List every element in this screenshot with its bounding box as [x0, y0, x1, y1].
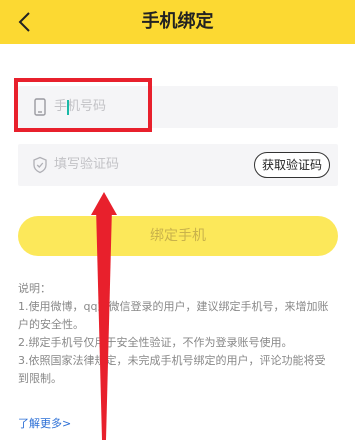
top-bar: 手机绑定	[0, 0, 355, 44]
code-input[interactable]	[54, 144, 254, 186]
page-title: 手机绑定	[141, 11, 214, 32]
shield-icon	[33, 156, 47, 174]
highlight-box	[14, 78, 152, 132]
code-field[interactable]: 获取验证码	[18, 144, 338, 186]
learn-more-link[interactable]: 了解更多>	[18, 415, 71, 431]
bind-phone-button[interactable]: 绑定手机	[18, 216, 338, 256]
notes-item: 1.使用微博，qq或微信登录的用户，建议绑定手机号，来增加账户的安全性。	[18, 300, 329, 331]
notes: 说明： 1.使用微博，qq或微信登录的用户，建议绑定手机号，来增加账户的安全性。…	[18, 280, 336, 388]
notes-item: 2.绑定手机号仅用于安全性验证，不作为登录账号使用。	[18, 336, 293, 349]
notes-item: 3.依照国家法律规定，未完成手机号绑定的用户，评论功能将受到限制。	[18, 354, 326, 385]
get-code-button[interactable]: 获取验证码	[253, 152, 330, 178]
notes-heading: 说明：	[18, 282, 51, 295]
